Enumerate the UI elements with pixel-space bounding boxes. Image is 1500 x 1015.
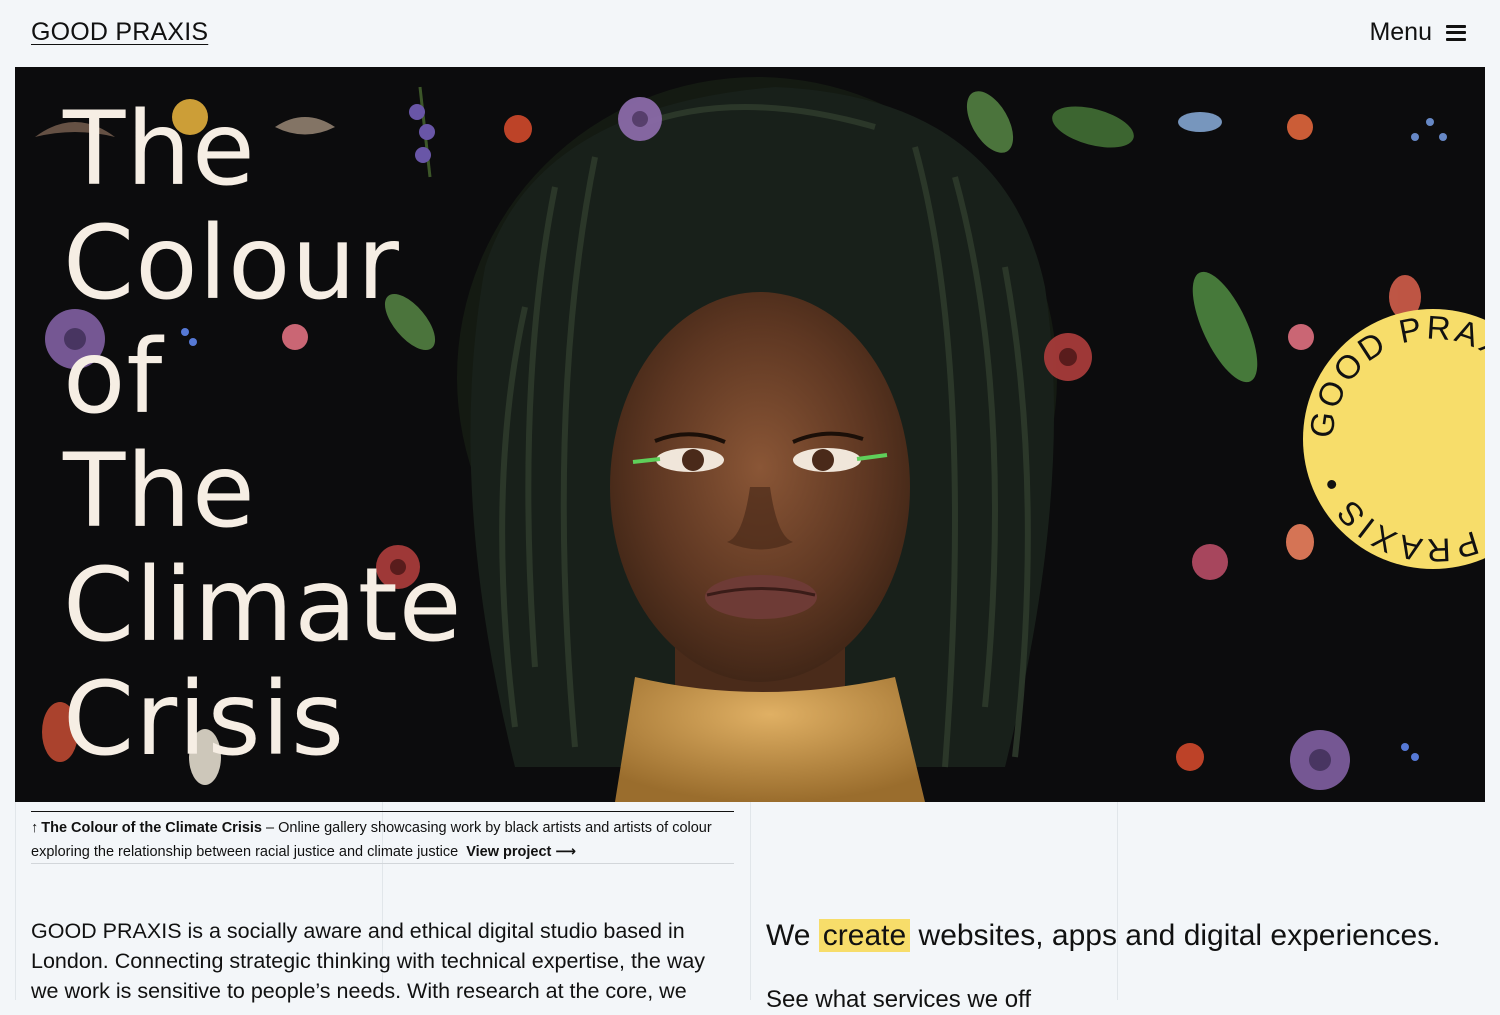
tagline-after: websites, apps and digital experiences. [910, 919, 1441, 952]
menu-label: Menu [1369, 18, 1432, 46]
project-name: The Colour of the Climate Crisis [41, 820, 262, 836]
intro-paragraph: GOOD PRAXIS is a socially aware and ethi… [31, 919, 706, 1003]
grid-line [15, 802, 16, 1000]
hero-title-line: Colour [63, 204, 400, 323]
tagline-before: We [766, 919, 819, 952]
hamburger-icon [1446, 24, 1466, 41]
project-caption: ↑ The Colour of the Climate Crisis – Onli… [31, 811, 734, 864]
hero-title-line: of [63, 318, 164, 437]
hero-title: The Colour of The Climate Crisis [63, 93, 463, 777]
site-header: GOOD PRAXIS Menu [0, 0, 1500, 67]
hero-image[interactable]: The Colour of The Climate Crisis GOOD PR… [15, 67, 1485, 802]
hero-title-line: The [63, 90, 256, 209]
services-tagline: We create websites, apps and digital exp… [766, 915, 1441, 957]
arrow-up-icon: ↑ [31, 820, 39, 836]
view-project-link[interactable]: View project ⟶ [466, 844, 576, 860]
services-subtext: See what services we off [766, 986, 1032, 1013]
good-praxis-badge: GOOD PRAXIS • GOOD PRAXIS • [1303, 309, 1485, 569]
grid-line [1117, 802, 1118, 1000]
hero-title-line: Climate [63, 546, 463, 665]
menu-button[interactable]: Menu [1369, 18, 1466, 47]
site-logo[interactable]: GOOD PRAXIS [31, 18, 208, 47]
tagline-highlight: create [818, 919, 911, 952]
grid-line [750, 802, 751, 1000]
hero-title-line: Crisis [63, 660, 346, 779]
hero-title-line: The [63, 432, 256, 551]
